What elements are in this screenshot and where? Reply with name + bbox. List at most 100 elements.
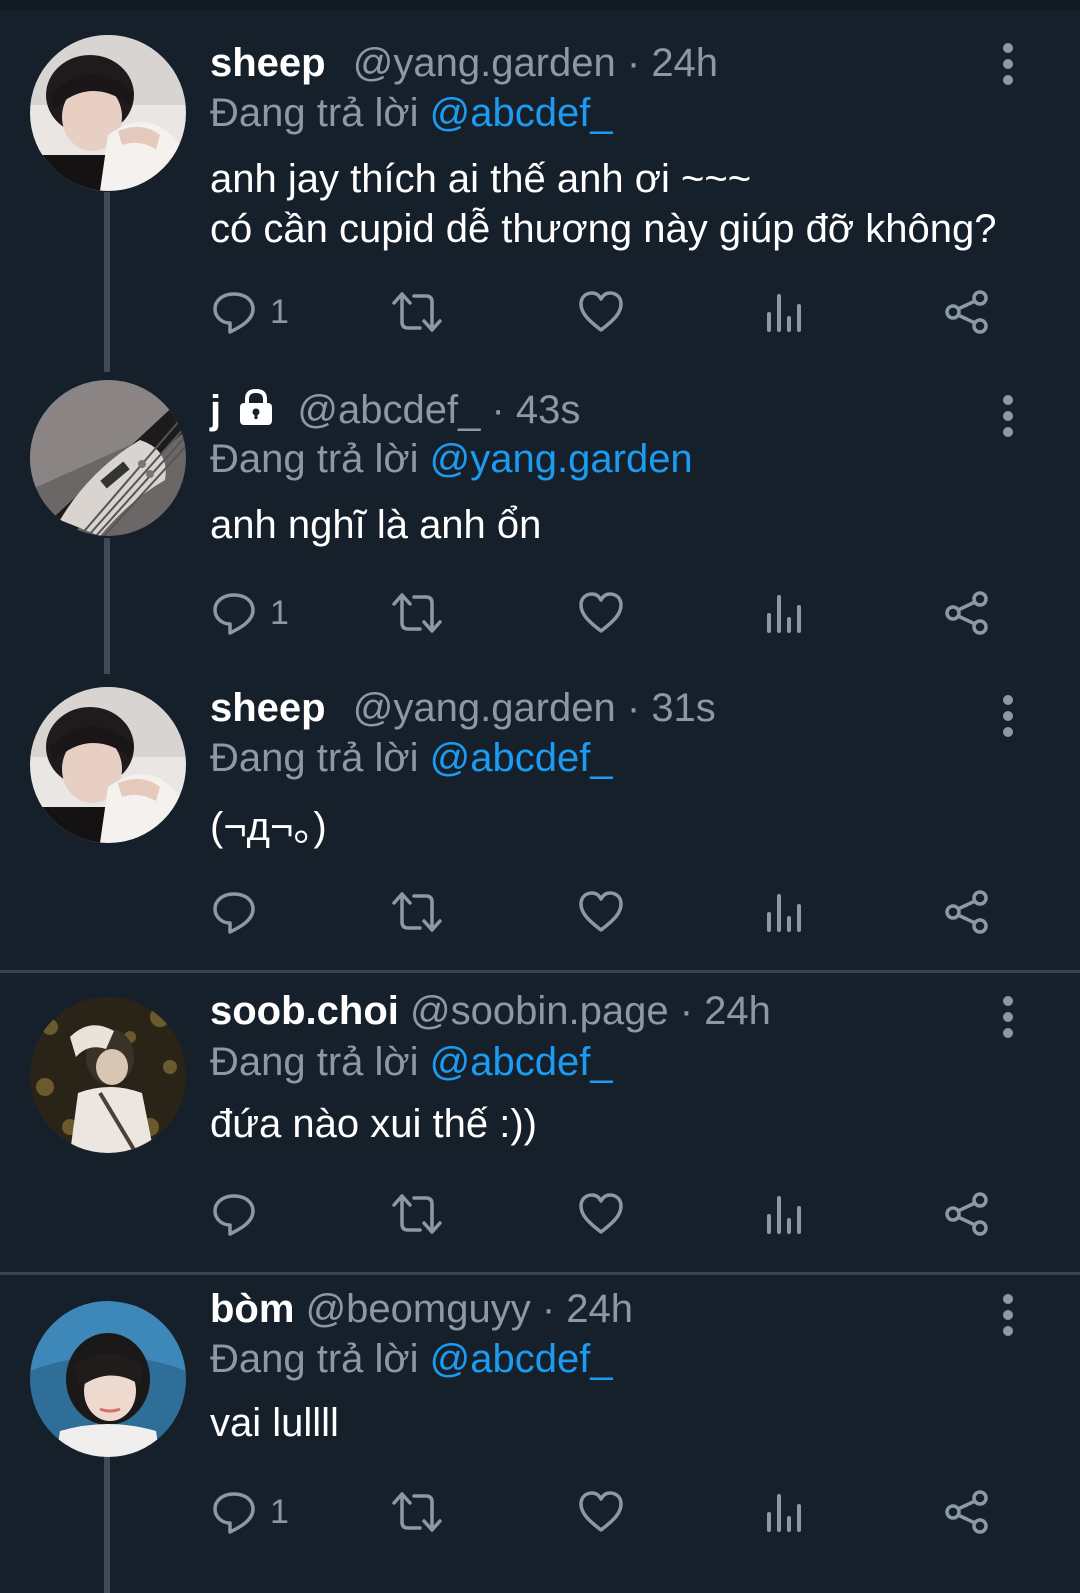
tweet-actions: 1 [0,583,1080,643]
more-options-button[interactable] [996,42,1020,86]
share-button[interactable] [944,1482,990,1542]
reply-button[interactable] [210,1184,270,1244]
replying-to: Đang trả lời @yang.garden [210,433,693,485]
reply-mention[interactable]: @yang.garden [430,437,693,481]
views-button[interactable] [764,583,804,643]
retweet-icon [392,1492,442,1532]
like-button[interactable] [578,583,624,643]
display-name[interactable]: soob.choi [210,989,399,1033]
tweet-text: vai lullll [210,1401,339,1445]
timestamp[interactable]: 24h [651,41,718,85]
views-button[interactable] [764,882,804,942]
analytics-icon [767,595,801,633]
tweet-text: anh jay thích ai thế anh ơi ~~~ có cần c… [210,157,997,251]
retweet-button[interactable] [390,1184,444,1244]
more-options-button[interactable] [996,694,1020,738]
timestamp[interactable]: 24h [704,989,771,1033]
analytics-icon [767,894,801,932]
avatar[interactable] [30,1301,186,1457]
views-button[interactable] [764,1482,804,1542]
retweet-button[interactable] [390,1482,444,1542]
display-name[interactable]: bòm [210,1287,294,1331]
share-button[interactable] [944,282,990,342]
share-icon [945,290,988,334]
avatar[interactable] [30,35,186,191]
display-name[interactable]: j [210,388,221,432]
reply-prefix: Đang trả lời [210,437,419,481]
avatar-image [30,687,186,843]
timestamp[interactable]: 24h [566,1287,633,1331]
avatar[interactable] [30,380,186,536]
avatar-image [30,35,186,191]
tweet-header: sheep @yang.garden · 24h [210,37,718,89]
tweet-text: anh nghĩ là anh ổn [210,503,542,547]
timestamp[interactable]: 43s [516,388,581,432]
views-button[interactable] [764,1184,804,1244]
separator-dot: · [626,41,652,85]
retweet-icon [392,1194,442,1234]
tweet[interactable]: j @abcdef_ · 43s Đang trả lời @yang.gard… [0,370,1080,670]
user-handle[interactable]: @soobin.page [410,989,669,1033]
more-options-button[interactable] [996,1293,1020,1337]
tweet-actions [0,882,1080,942]
share-icon [945,591,988,635]
analytics-icon [767,294,801,332]
reply-count: 1 [270,292,289,331]
tweet[interactable]: sheep @yang.garden · 24h Đang trả lời @a… [0,0,1080,370]
like-button[interactable] [578,282,624,342]
user-handle[interactable]: @yang.garden [353,686,616,730]
like-button[interactable] [578,1482,624,1542]
like-button[interactable] [578,882,624,942]
reply-mention[interactable]: @abcdef_ [430,736,613,780]
reply-icon [213,593,255,635]
reply-icon [213,892,255,934]
heart-icon [579,1193,623,1234]
retweet-icon [392,593,442,633]
reply-mention[interactable]: @abcdef_ [430,1337,613,1381]
user-handle[interactable]: @yang.garden [353,41,616,85]
more-options-button[interactable] [996,995,1020,1039]
analytics-icon [767,1494,801,1532]
reply-mention[interactable]: @abcdef_ [430,91,613,135]
share-button[interactable] [944,1184,990,1244]
avatar[interactable] [30,687,186,843]
reply-mention[interactable]: @abcdef_ [430,1040,613,1084]
timestamp[interactable]: 31s [651,686,716,730]
analytics-icon [767,1196,801,1234]
reply-count: 1 [270,1492,289,1531]
reply-count: 1 [270,593,289,632]
retweet-button[interactable] [390,282,444,342]
like-button[interactable] [578,1184,624,1244]
user-handle[interactable]: @abcdef_ [297,388,480,432]
retweet-button[interactable] [390,882,444,942]
views-button[interactable] [764,282,804,342]
reply-button[interactable]: 1 [210,583,289,643]
more-options-button[interactable] [996,394,1020,438]
heart-icon [579,592,623,633]
tweet-text: (¬д¬。) [210,805,327,849]
separator-dot: · [491,388,516,432]
tweet[interactable]: bòm @beomguyy · 24h Đang trả lời @abcdef… [0,1275,1080,1593]
display-name[interactable]: sheep [210,41,326,85]
user-handle[interactable]: @beomguyy [306,1287,531,1331]
share-button[interactable] [944,882,990,942]
more-vertical-icon [1003,395,1013,437]
separator-dot: · [626,686,652,730]
more-vertical-icon [1003,1294,1013,1336]
tweet[interactable]: soob.choi @soobin.page · 24h Đang trả lờ… [0,973,1080,1272]
tweet[interactable]: sheep @yang.garden · 31s Đang trả lời @a… [0,670,1080,970]
reply-icon [213,1194,255,1236]
retweet-button[interactable] [390,583,444,643]
heart-icon [579,1491,623,1532]
reply-button[interactable]: 1 [210,1482,289,1542]
share-button[interactable] [944,583,990,643]
tweet-header: sheep @yang.garden · 31s [210,682,716,734]
replying-to: Đang trả lời @abcdef_ [210,1333,613,1385]
replying-to: Đang trả lời @abcdef_ [210,732,613,784]
avatar[interactable] [30,997,186,1153]
avatar-image [30,1301,186,1457]
reply-button[interactable] [210,882,270,942]
reply-icon [213,292,255,334]
display-name[interactable]: sheep [210,686,326,730]
reply-button[interactable]: 1 [210,282,289,342]
